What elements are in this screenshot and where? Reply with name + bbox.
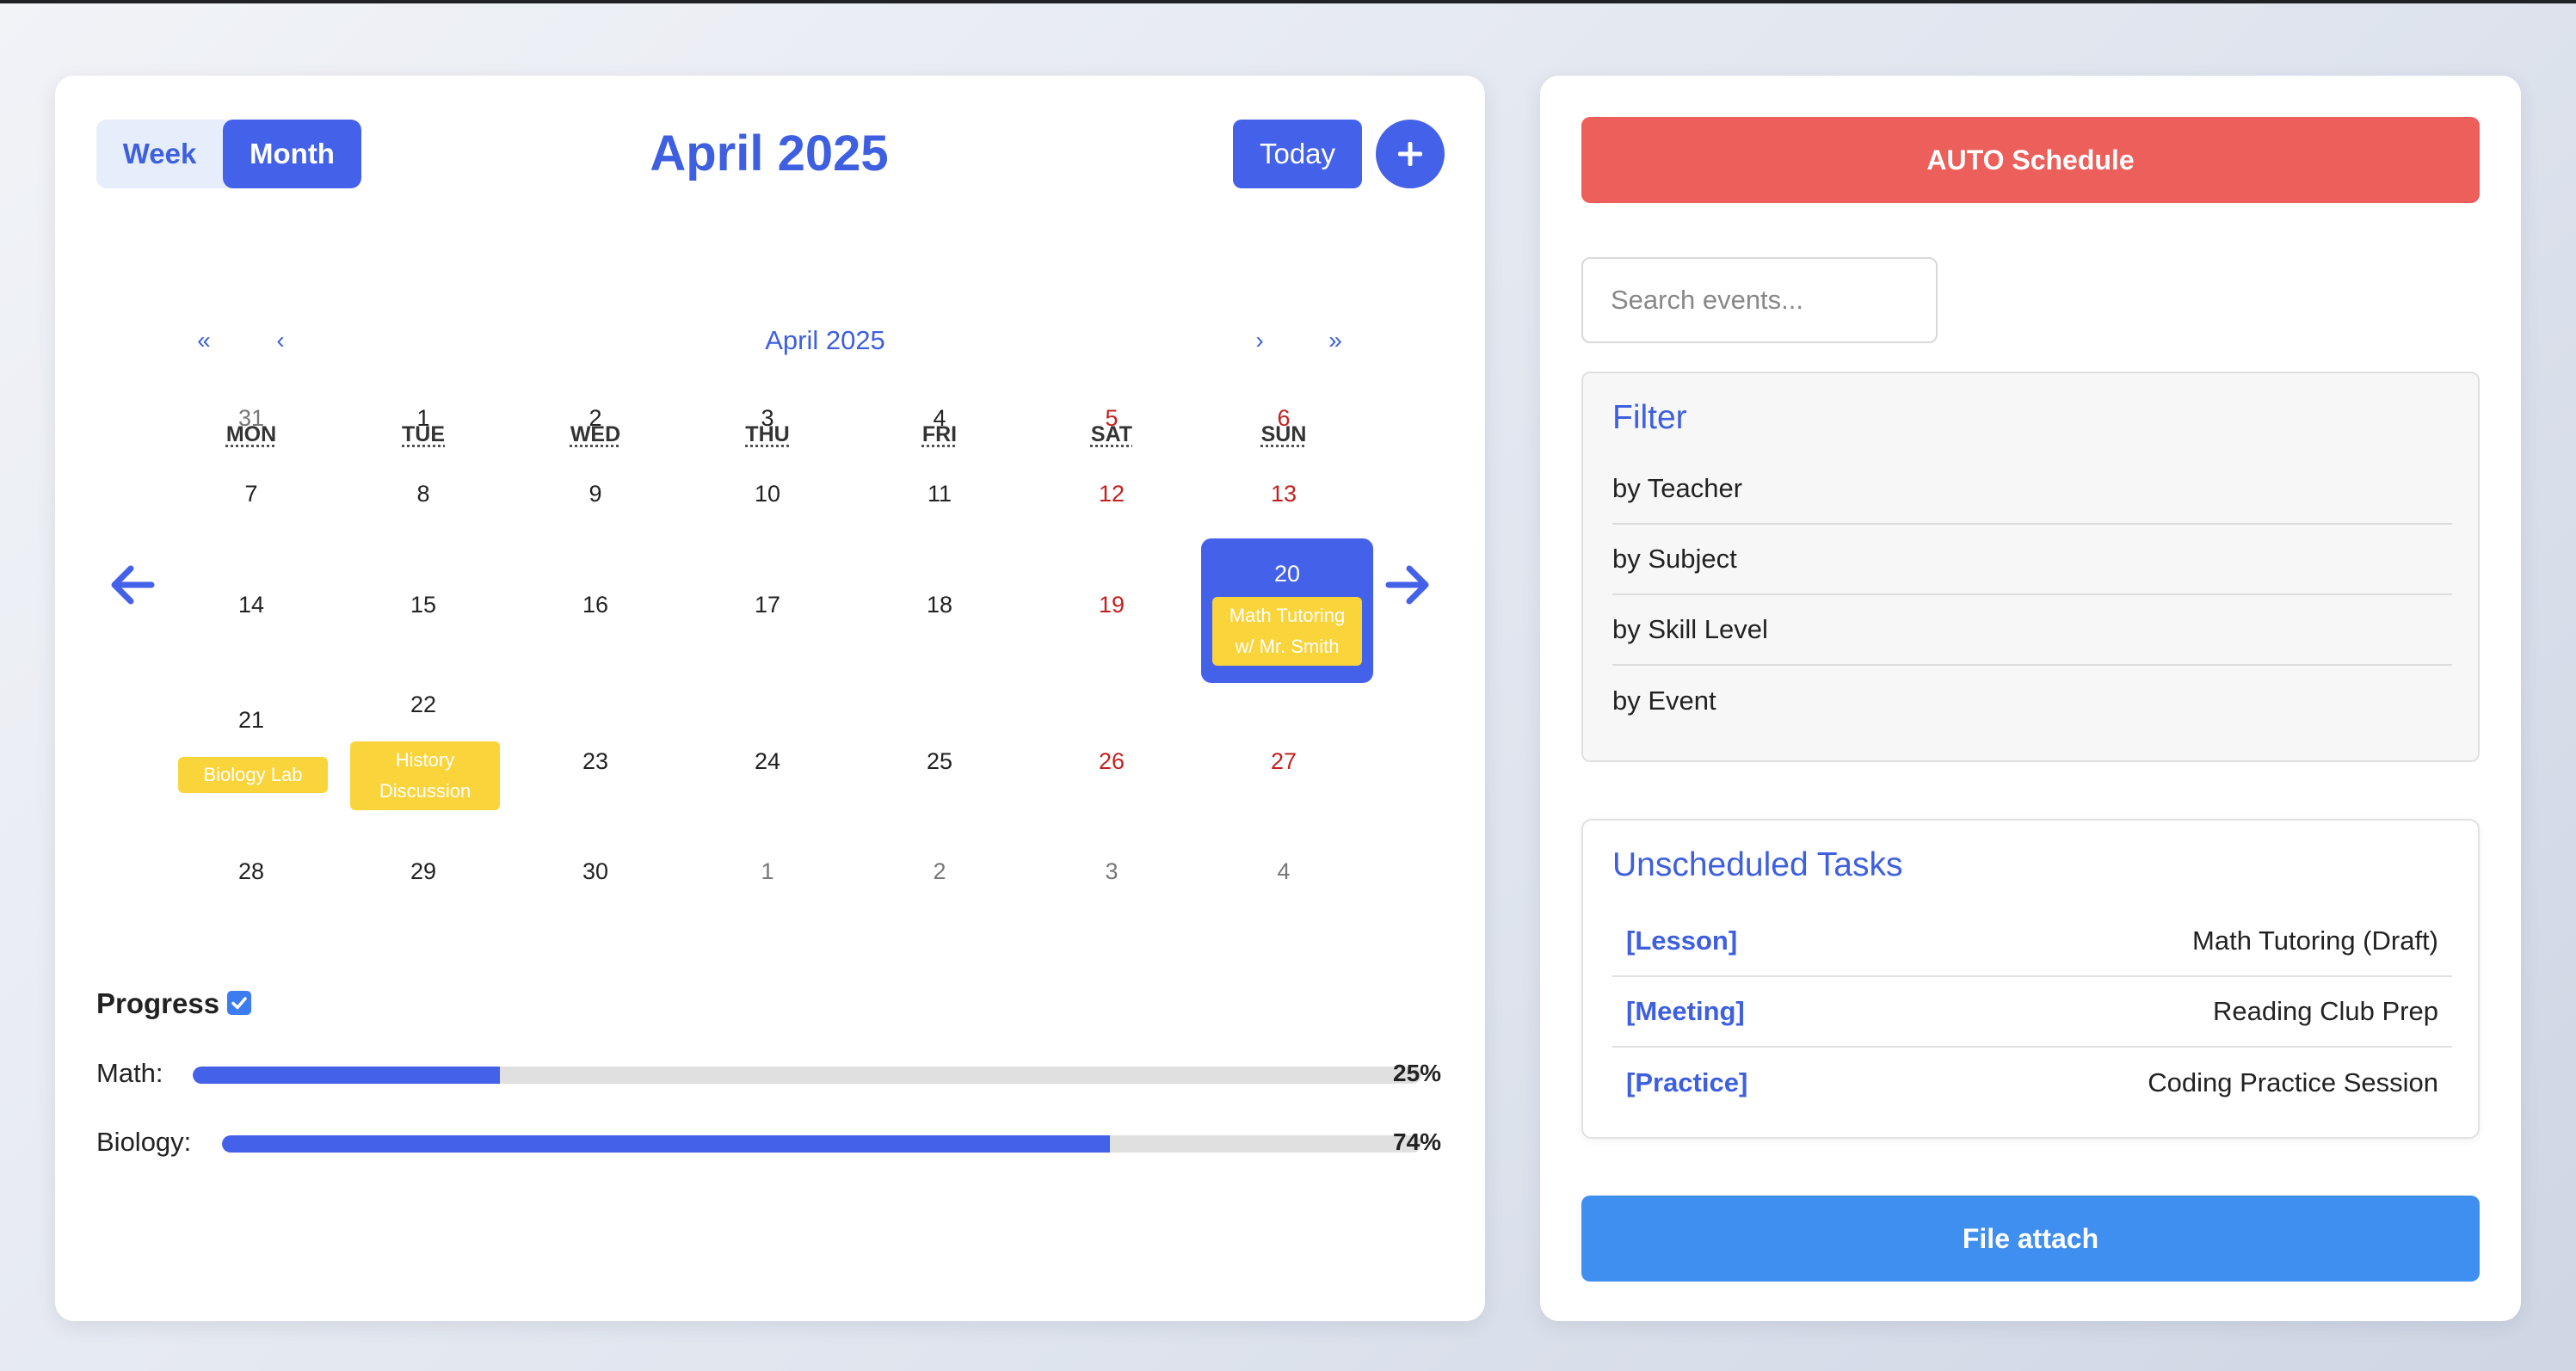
progress-label-biology: Biology: [96,1127,192,1157]
calendar-title: April 2025 [650,126,889,181]
selected-day-cell[interactable]: 20 Math Tutoring w/ Mr. Smith [1201,538,1373,683]
filter-by-subject[interactable]: by Subject [1612,525,2452,595]
day-cell[interactable]: 27 [1198,748,1370,775]
task-name: Math Tutoring (Draft) [2192,925,2438,956]
plus-icon [1398,142,1422,166]
month-view-button[interactable]: Month [223,120,361,188]
day-cell[interactable]: 29 [337,858,509,885]
selected-day-number: 20 [1273,561,1301,587]
biology-progress-track [222,1135,1421,1153]
progress-label-math: Math: [96,1058,163,1088]
sidebar-panel: AUTO Schedule Filter by Teacher by Subje… [1540,76,2521,1321]
day-cell[interactable]: 22 [337,692,509,718]
math-progress-fill [193,1067,500,1084]
day-cell[interactable]: 1 [337,405,509,432]
today-button[interactable]: Today [1233,120,1362,188]
calendar-panel: Week Month April 2025 Today « ‹ April 20… [55,76,1485,1321]
day-cell[interactable]: 21 [165,707,337,734]
event-line: Math Tutoring [1229,605,1346,626]
day-cell[interactable]: 3 [681,405,854,432]
day-cell[interactable]: 28 [165,858,337,885]
arrow-right-icon[interactable] [1384,563,1433,607]
filter-by-skill-level[interactable]: by Skill Level [1612,595,2452,666]
task-row[interactable]: [Practice] Coding Practice Session [1612,1048,2452,1118]
search-events-input[interactable] [1581,257,1938,343]
prev-month-button[interactable]: ‹ [263,327,298,354]
biology-progress-value: 74% [1393,1128,1442,1155]
filter-title: Filter [1612,399,1687,436]
math-progress-track [193,1067,1421,1084]
day-cell[interactable]: 17 [681,592,854,618]
day-cell[interactable]: 18 [854,592,1026,618]
auto-schedule-button[interactable]: AUTO Schedule [1581,117,2480,203]
task-row[interactable]: [Meeting] Reading Club Prep [1612,977,2452,1048]
day-cell[interactable]: 3 [1026,858,1198,885]
task-name: Reading Club Prep [2213,996,2438,1026]
task-name: Coding Practice Session [2148,1067,2438,1097]
unscheduled-tasks-panel: Unscheduled Tasks [Lesson] Math Tutoring… [1581,819,2480,1139]
event-biology-lab[interactable]: Biology Lab [178,757,328,793]
top-edge-bar [0,0,2576,3]
event-line: History [395,749,455,771]
task-tag: [Meeting] [1626,996,1745,1026]
day-cell[interactable]: 31 [165,405,337,432]
mini-calendar-title[interactable]: April 2025 [657,325,993,356]
day-cell[interactable]: 7 [165,481,337,507]
day-cell[interactable]: 4 [854,405,1026,432]
event-line: w/ Mr. Smith [1235,636,1340,657]
unscheduled-tasks-title: Unscheduled Tasks [1612,846,1903,883]
day-cell[interactable]: 24 [681,748,854,775]
check-icon [231,997,247,1010]
event-line: Discussion [379,780,471,802]
week-view-button[interactable]: Week [96,120,223,188]
day-cell[interactable]: 13 [1198,481,1370,507]
biology-progress-fill [222,1135,1110,1153]
progress-title: Progress [96,987,220,1019]
add-event-button[interactable] [1376,120,1445,188]
day-cell[interactable]: 15 [337,592,509,618]
task-tag: [Lesson] [1626,925,1738,956]
filter-by-teacher[interactable]: by Teacher [1612,454,2452,525]
day-cell[interactable]: 10 [681,481,854,507]
day-cell[interactable]: 16 [509,592,681,618]
event-history-discussion[interactable]: History Discussion [350,741,500,810]
event-math-tutoring[interactable]: Math Tutoring w/ Mr. Smith [1212,597,1362,666]
day-cell[interactable]: 12 [1026,481,1198,507]
day-cell[interactable]: 2 [509,405,681,432]
day-cell[interactable]: 6 [1198,405,1370,432]
day-cell[interactable]: 9 [509,481,681,507]
day-cell[interactable]: 19 [1026,592,1198,618]
day-cell[interactable]: 25 [854,748,1026,775]
task-tag: [Practice] [1626,1067,1748,1097]
math-progress-value: 25% [1393,1060,1442,1086]
day-cell[interactable]: 14 [165,592,337,618]
progress-checkbox[interactable] [227,991,251,1015]
file-attach-button[interactable]: File attach [1581,1196,2480,1282]
prev-year-button[interactable]: « [187,327,221,354]
arrow-left-icon[interactable] [107,563,157,607]
day-cell[interactable]: 11 [854,481,1026,507]
day-cell[interactable]: 1 [681,858,854,885]
next-month-button[interactable]: › [1242,327,1277,354]
day-cell[interactable]: 2 [854,858,1026,885]
filter-by-event[interactable]: by Event [1612,666,2452,736]
next-year-button[interactable]: » [1318,327,1353,354]
day-cell[interactable]: 4 [1198,858,1370,885]
day-cell[interactable]: 5 [1026,405,1198,432]
day-cell[interactable]: 26 [1026,748,1198,775]
day-cell[interactable]: 8 [337,481,509,507]
task-row[interactable]: [Lesson] Math Tutoring (Draft) [1612,907,2452,977]
view-toggle: Week Month [96,120,361,188]
day-cell[interactable]: 23 [509,748,681,775]
filter-panel: Filter by Teacher by Subject by Skill Le… [1581,372,2480,762]
day-cell[interactable]: 30 [509,858,681,885]
